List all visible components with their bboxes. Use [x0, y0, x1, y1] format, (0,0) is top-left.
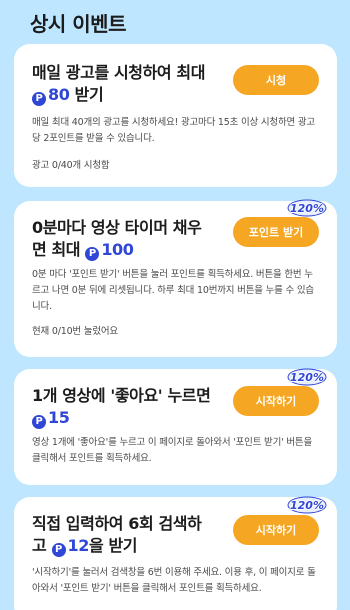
card-title: 1개 영상에 '좋아요' 누르면 P 15: [32, 385, 237, 429]
event-card-like-video: 1개 영상에 '좋아요' 누르면 P 15 시작하기 영상 1개에 '좋아요'를 …: [14, 369, 337, 485]
point-amount: 15: [48, 408, 70, 427]
card-title: 직접 입력하여 6회 검색하 고 P 12을 받기: [32, 513, 242, 557]
bonus-burst-icon: 120%: [287, 199, 327, 217]
start-button[interactable]: 시작하기: [233, 386, 319, 416]
card-title-text: 고: [32, 536, 52, 555]
card-title-text: 0분마다 영상 타이머 채우: [32, 218, 202, 237]
card-title-text: 매일 광고를 시청하여 최대: [32, 63, 206, 82]
card-title: 매일 광고를 시청하여 최대 P 80 받기: [32, 62, 237, 106]
card-title: 0분마다 영상 타이머 채우 면 최대 P 100: [32, 217, 242, 261]
point-coin-icon: P: [32, 92, 46, 106]
point-coin-icon: P: [85, 247, 100, 261]
card-description: 매일 최대 40개의 광고를 시청하세요! 광고마다 15초 이상 시청하면 광…: [32, 117, 315, 144]
card-title-text: 1개 영상에 '좋아요' 누르면: [32, 386, 211, 405]
bonus-burst-icon: 120%: [287, 368, 327, 386]
card-status: 광고 0/40개 시청함: [32, 160, 110, 171]
event-card-video-timer: 0분마다 영상 타이머 채우 면 최대 P 100 포인트 받기 0분 마다 '포…: [14, 201, 337, 357]
bonus-badge-text: 120%: [290, 498, 324, 512]
event-card-ad-watch: 매일 광고를 시청하여 최대 P 80 받기 시청 매일 최대 40개의 광고를 …: [14, 44, 337, 187]
start-button[interactable]: 시작하기: [233, 515, 319, 545]
card-title-text: 면 최대: [32, 240, 86, 259]
point-coin-icon: P: [51, 543, 66, 557]
bonus-burst-icon: 120%: [287, 496, 327, 514]
card-description: '시작하기'를 눌러서 검색창을 6번 이용해 주세요. 이용 후, 이 페이지…: [32, 567, 316, 594]
card-description: 0분 마다 '포인트 받기' 버튼을 눌러 포인트를 획득하세요. 버튼을 한번…: [32, 269, 314, 312]
page-title: 상시 이벤트: [30, 12, 126, 36]
card-title-text: 을 받기: [88, 536, 138, 555]
card-status: 현재 0/10번 눌렀어요: [32, 326, 118, 337]
card-title-text: 직접 입력하여 6회 검색하: [32, 514, 202, 533]
point-amount: 12: [67, 536, 90, 555]
card-description: 영상 1개에 '좋아요'를 누르고 이 페이지로 돌아와서 '포인트 받기' 버…: [32, 437, 312, 464]
get-points-button[interactable]: 포인트 받기: [233, 217, 319, 247]
bonus-badge-text: 120%: [290, 370, 324, 384]
point-coin-icon: P: [32, 415, 46, 429]
watch-button[interactable]: 시청: [233, 65, 319, 95]
point-amount: 80: [48, 85, 70, 104]
card-title-text: 받기: [69, 85, 104, 104]
point-amount: 100: [101, 240, 134, 259]
bonus-badge-text: 120%: [290, 201, 324, 215]
